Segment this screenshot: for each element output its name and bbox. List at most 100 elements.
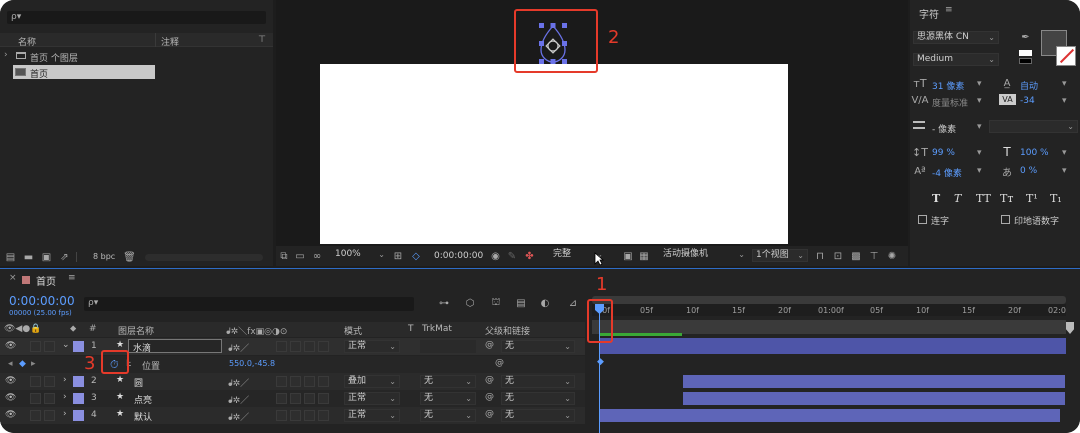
- position-property-value[interactable]: 550.0,-45.8: [229, 359, 275, 368]
- horizontal-scale-value[interactable]: 100 %: [1020, 148, 1049, 158]
- col-comment-header[interactable]: 注释: [161, 35, 179, 48]
- close-tab-icon[interactable]: ×: [9, 273, 17, 283]
- parent-dropdown[interactable]: 无 ⌄: [501, 340, 575, 353]
- blend-mode-dropdown[interactable]: 叠加 ⌄: [344, 375, 400, 388]
- chevron-down-icon[interactable]: ▾: [1062, 79, 1067, 89]
- horizontal-scrollbar[interactable]: [145, 254, 263, 261]
- layer-label-color[interactable]: [73, 376, 84, 387]
- vr-icon[interactable]: ∞: [310, 250, 324, 262]
- layer-bar-2[interactable]: [683, 375, 1065, 388]
- snapshot-icon[interactable]: ◉: [489, 250, 502, 262]
- keyframe-prev-icon[interactable]: ◂: [8, 359, 13, 369]
- faux-italic-button[interactable]: T: [954, 192, 961, 205]
- vertical-scale-value[interactable]: 99 %: [932, 148, 955, 158]
- timeline-icon[interactable]: ▩: [850, 250, 862, 262]
- reset-exposure-icon[interactable]: ✺: [886, 250, 898, 262]
- transparency-grid-icon[interactable]: ▦: [638, 250, 650, 262]
- work-area-bar[interactable]: [592, 320, 1066, 334]
- solo-switch[interactable]: [30, 341, 41, 352]
- hindi-digits-checkbox[interactable]: [1001, 215, 1010, 224]
- parent-dropdown[interactable]: 无 ⌄: [501, 375, 575, 388]
- always-preview-icon[interactable]: ⧉: [278, 250, 290, 262]
- superscript-button[interactable]: T¹: [1026, 192, 1038, 205]
- layer-switches[interactable]: ᖱ✲／: [228, 393, 249, 406]
- draft-3d-icon[interactable]: ⬡: [463, 297, 477, 310]
- chevron-down-icon[interactable]: ▾: [1062, 96, 1067, 106]
- switch[interactable]: [290, 376, 301, 387]
- subscript-button[interactable]: T₁: [1050, 192, 1062, 205]
- chevron-right-icon[interactable]: ›: [63, 375, 67, 385]
- eyedropper-icon[interactable]: ✒: [1019, 31, 1032, 44]
- motion-blur-icon[interactable]: ◐: [538, 297, 552, 310]
- switch[interactable]: [304, 341, 315, 352]
- keyframe-next-icon[interactable]: ▸: [31, 359, 36, 369]
- chevron-down-icon[interactable]: ⌄: [62, 340, 70, 350]
- layer-name[interactable]: 点亮: [134, 393, 152, 406]
- font-family-dropdown[interactable]: 思源黑体 CN ⌄: [913, 31, 999, 44]
- graph-editor-icon[interactable]: ⊿: [566, 297, 580, 310]
- flowchart-icon[interactable]: ⊤: [256, 34, 268, 46]
- trkmat-dropdown[interactable]: 无 ⌄: [420, 375, 476, 388]
- layer-name[interactable]: 默认: [134, 410, 152, 423]
- viewer-timecode[interactable]: 0:00:00:00: [434, 251, 483, 261]
- render-icon[interactable]: ⇗: [58, 251, 71, 263]
- chevron-down-icon[interactable]: ▾: [977, 79, 982, 89]
- solo-switch[interactable]: [30, 376, 41, 387]
- switch[interactable]: [290, 393, 301, 404]
- layer-switches[interactable]: ᖱ✲／: [228, 410, 249, 423]
- chevron-down-icon[interactable]: ▾: [977, 166, 982, 176]
- lock-switch[interactable]: [44, 341, 55, 352]
- switch[interactable]: [276, 376, 287, 387]
- layer-row-4[interactable]: 👁 › 4 ★ 默认 ᖱ✲／ 正常 ⌄ 无 ⌄ @ 无 ⌄: [0, 407, 585, 424]
- chevron-down-icon[interactable]: ▾: [977, 148, 982, 158]
- grid-icon[interactable]: ⊞: [392, 250, 404, 262]
- switch[interactable]: [304, 376, 315, 387]
- pick-whip-icon[interactable]: @: [485, 409, 494, 419]
- stroke-style-dropdown[interactable]: ⌄: [989, 120, 1078, 133]
- new-folder-icon[interactable]: ▬: [22, 251, 35, 263]
- parent-dropdown[interactable]: 无 ⌄: [501, 409, 575, 422]
- eye-icon[interactable]: 👁: [5, 410, 16, 420]
- layer-bar-4[interactable]: [600, 409, 1060, 422]
- switch[interactable]: [318, 393, 329, 404]
- bit-depth-button[interactable]: 8 bpc: [93, 252, 115, 261]
- camera-dropdown[interactable]: 活动摄像机 ⌄: [660, 249, 748, 262]
- parent-link-header[interactable]: 父级和链接: [485, 324, 530, 337]
- layer-bar-1[interactable]: [600, 338, 1066, 354]
- layer-switches[interactable]: ᖱ✲／: [228, 376, 249, 389]
- stroke-width-value[interactable]: - 像素: [932, 122, 956, 135]
- baseline-shift-value[interactable]: -4 像素: [932, 166, 962, 179]
- show-snapshot-icon[interactable]: ✎: [506, 250, 518, 262]
- pick-whip-icon[interactable]: @: [485, 340, 494, 350]
- col-name-header[interactable]: 名称: [18, 35, 36, 48]
- new-composition-icon[interactable]: ▣: [40, 251, 53, 263]
- zoom-dropdown[interactable]: 100% ⌄: [332, 249, 388, 262]
- composition-flowchart-icon[interactable]: ⊶: [437, 297, 451, 310]
- switch[interactable]: [290, 410, 301, 421]
- frame-blending-icon[interactable]: ▤: [514, 297, 528, 310]
- switch[interactable]: [318, 410, 329, 421]
- chevron-right-icon[interactable]: ›: [63, 392, 67, 402]
- layer-name[interactable]: 圆: [134, 376, 143, 389]
- switch[interactable]: [304, 410, 315, 421]
- blend-mode-dropdown[interactable]: 正常 ⌄: [344, 340, 400, 353]
- chevron-down-icon[interactable]: ▾: [1062, 166, 1067, 176]
- all-caps-button[interactable]: TT: [976, 192, 991, 205]
- trkmat-dropdown[interactable]: [420, 340, 476, 353]
- layer-label-color[interactable]: [73, 341, 84, 352]
- leading-value[interactable]: 自动: [1020, 79, 1038, 92]
- chevron-right-icon[interactable]: ›: [63, 409, 67, 419]
- chevron-down-icon[interactable]: ▾: [977, 122, 982, 132]
- eye-icon[interactable]: 👁: [5, 341, 16, 351]
- solo-switch[interactable]: [30, 410, 41, 421]
- tsume-value[interactable]: 0 %: [1020, 166, 1037, 176]
- project-item-comp[interactable]: 首页: [13, 65, 155, 80]
- switch[interactable]: [276, 393, 287, 404]
- roi-icon[interactable]: ▣: [622, 250, 634, 262]
- eye-icon[interactable]: 👁: [5, 376, 16, 386]
- mask-visibility-icon[interactable]: ◇: [410, 250, 422, 262]
- time-navigator-bar[interactable]: [592, 296, 1066, 304]
- chevron-down-icon[interactable]: ▾: [1062, 148, 1067, 158]
- layer-name-header[interactable]: 图层名称: [118, 324, 154, 337]
- parent-dropdown[interactable]: 无 ⌄: [501, 392, 575, 405]
